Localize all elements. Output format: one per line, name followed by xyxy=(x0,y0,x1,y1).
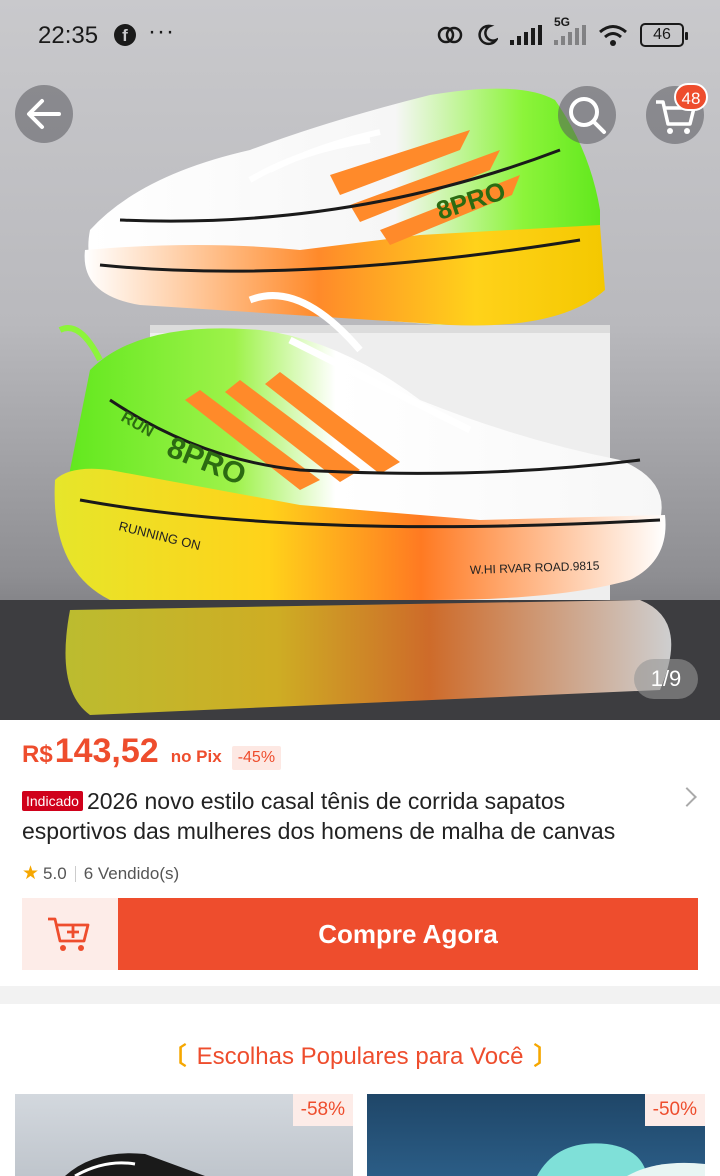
recommended-tag: Indicado xyxy=(22,791,83,811)
signal-icon xyxy=(510,25,542,45)
facebook-icon: f xyxy=(114,24,136,46)
popular-picks-section: 〔 Escolhas Populares para Você 〕 -58% -50% xyxy=(0,1004,720,1176)
rating-value: 5.0 xyxy=(43,863,67,883)
more-notifications-icon: ··· xyxy=(148,18,175,45)
back-button[interactable] xyxy=(15,85,73,143)
swirl-right-icon: 〕 xyxy=(533,1043,558,1070)
buy-now-button[interactable]: Compre Agora xyxy=(118,898,698,970)
discount-badge: -58% xyxy=(292,1094,353,1126)
add-to-cart-icon xyxy=(48,917,90,951)
star-icon: ★ xyxy=(22,863,40,884)
discount-badge: -50% xyxy=(644,1094,705,1126)
product-title-text: 2026 novo estilo casal tênis de corrida … xyxy=(22,788,616,844)
price-currency: R$ xyxy=(22,741,53,768)
product-image-gallery[interactable]: 8PRO 8PRO RUN RUNNING ON W.HI RVAR ROAD.… xyxy=(0,0,720,720)
image-page-indicator: 1/9 xyxy=(634,659,698,699)
status-time: 22:35 xyxy=(38,22,99,49)
payment-method-label: no Pix xyxy=(170,747,222,766)
search-button[interactable] xyxy=(558,86,616,144)
signal-5g-icon: 5G xyxy=(554,15,586,45)
network-label: 5G xyxy=(554,15,571,29)
link-icon xyxy=(437,26,463,44)
price-row: R$ 143,52 no Pix -45% xyxy=(22,732,282,771)
product-info-panel: R$ 143,52 no Pix -45% Indicado 2026 novo … xyxy=(0,720,720,986)
popular-section-title: 〔 Escolhas Populares para Você 〕 xyxy=(0,1036,720,1071)
sold-count: 6 Vendido(s) xyxy=(83,863,180,883)
popular-title-text: Escolhas Populares para Você xyxy=(196,1043,524,1070)
moon-icon xyxy=(478,24,498,46)
cart-count-badge: 48 xyxy=(674,83,708,111)
add-to-cart-button[interactable] xyxy=(22,898,118,970)
swirl-left-icon: 〔 xyxy=(162,1043,187,1070)
arrow-left-icon xyxy=(27,99,61,129)
chevron-right-icon[interactable] xyxy=(677,787,697,807)
rating-row: ★ 5.0 6 Vendido(s) xyxy=(22,862,179,885)
product-title[interactable]: Indicado 2026 novo estilo casal tênis de … xyxy=(22,786,662,846)
discount-badge: -45% xyxy=(231,746,282,770)
battery-icon: 46 xyxy=(640,23,688,47)
product-card[interactable]: -50% xyxy=(367,1094,705,1176)
divider xyxy=(74,865,76,882)
search-icon xyxy=(569,97,606,134)
product-card[interactable]: -58% xyxy=(15,1094,353,1176)
price-value: 143,52 xyxy=(54,732,159,770)
status-bar: 22:35 f ··· 5G 46 xyxy=(0,0,720,72)
wifi-icon xyxy=(599,25,627,46)
